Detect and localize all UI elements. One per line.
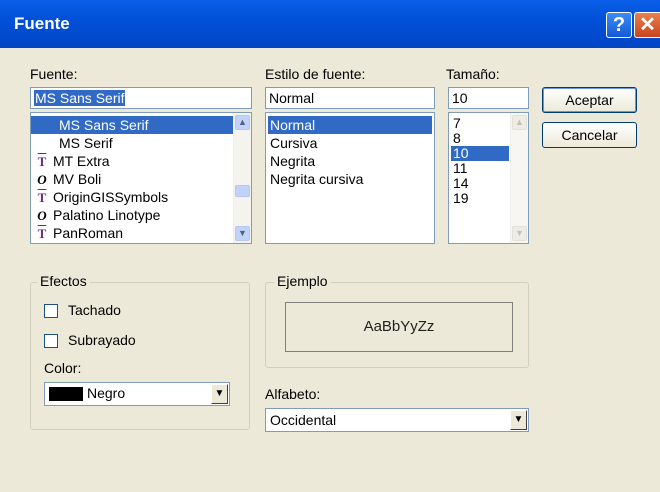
underline-checkbox[interactable] (44, 334, 58, 348)
font-list-item-label: MS Serif (59, 135, 113, 151)
script-select[interactable]: Occidental ▼ (265, 408, 529, 432)
underline-label: Subrayado (68, 332, 136, 348)
truetype-icon: T (37, 226, 47, 241)
size-list-item[interactable]: 8 (451, 131, 509, 146)
font-list-item[interactable]: MS Sans Serif (31, 116, 235, 134)
style-input[interactable]: Normal (265, 87, 435, 109)
font-list-item-label: MS Sans Serif (59, 117, 149, 133)
script-value: Occidental (270, 412, 337, 428)
effects-group-label: Efectos (37, 273, 90, 289)
font-list-item[interactable]: T MT Extra (31, 152, 235, 170)
style-list-item[interactable]: Negrita (268, 152, 432, 170)
scroll-down-icon[interactable]: ▼ (512, 226, 527, 241)
sample-group-label: Ejemplo (274, 273, 331, 289)
close-button[interactable]: ✕ (634, 12, 660, 38)
help-button[interactable]: ? (606, 12, 632, 38)
font-name-input-value: MS Sans Serif (34, 90, 126, 106)
ok-button[interactable]: Aceptar (542, 87, 637, 113)
size-list-item[interactable]: 19 (451, 191, 509, 206)
script-label: Alfabeto: (265, 386, 321, 402)
size-list[interactable]: 7 8 10 11 14 19 ▲ ▼ (448, 112, 529, 244)
truetype-icon: T (37, 190, 47, 205)
font-list-item-label: MT Extra (53, 153, 110, 169)
font-list-item-label: MV Boli (53, 171, 102, 187)
style-list-item[interactable]: Normal (268, 116, 432, 134)
sample-preview: AaBbYyZz (285, 302, 513, 352)
close-icon: ✕ (639, 14, 656, 36)
color-swatch (49, 387, 83, 401)
size-list-scrollbar[interactable]: ▲ ▼ (510, 113, 528, 243)
style-list-item[interactable]: Negrita cursiva (268, 170, 432, 188)
size-label: Tamaño: (446, 66, 500, 82)
font-list-scrollbar[interactable]: ▲ ▼ (233, 113, 251, 243)
size-input[interactable]: 10 (448, 87, 529, 109)
font-label: Fuente: (30, 66, 78, 82)
color-value: Negro (87, 385, 126, 401)
strikeout-label: Tachado (68, 302, 121, 318)
color-select[interactable]: Negro ▼ (44, 382, 230, 406)
font-list-item-label: PanRoman (53, 225, 124, 241)
effects-group (30, 282, 250, 430)
size-list-item[interactable]: 10 (451, 146, 509, 161)
cancel-button[interactable]: Cancelar (542, 122, 637, 148)
font-list-item[interactable]: T OriginGISSymbols (31, 188, 235, 206)
truetype-icon: T (37, 154, 47, 169)
font-list-item[interactable]: T PanRoman (31, 224, 235, 242)
font-name-input[interactable]: MS Sans Serif (30, 87, 252, 109)
font-list-item-label: Palatino Linotype (53, 207, 161, 223)
chevron-down-icon[interactable]: ▼ (211, 384, 228, 404)
strikeout-checkbox[interactable] (44, 304, 58, 318)
scroll-up-icon[interactable]: ▲ (512, 115, 527, 130)
style-list[interactable]: Normal Cursiva Negrita Negrita cursiva (265, 112, 435, 244)
scroll-up-icon[interactable]: ▲ (235, 115, 250, 130)
help-icon: ? (612, 14, 626, 36)
title-bar: Fuente ? ✕ (0, 0, 660, 48)
font-list-item[interactable]: O MV Boli (31, 170, 235, 188)
style-list-item[interactable]: Cursiva (268, 134, 432, 152)
color-label: Color: (44, 360, 82, 376)
font-list-item[interactable]: O Palatino Linotype (31, 206, 235, 224)
opentype-icon: O (37, 208, 47, 223)
font-list-item[interactable]: MS Serif (31, 134, 235, 152)
size-list-item[interactable]: 7 (451, 116, 509, 131)
opentype-icon: O (37, 172, 47, 187)
size-list-item[interactable]: 11 (451, 161, 509, 176)
font-list[interactable]: MS Sans Serif MS Serif T MT Extra O MV Boli T O… (30, 112, 252, 244)
chevron-down-icon[interactable]: ▼ (510, 410, 527, 430)
scroll-thumb[interactable] (235, 185, 250, 197)
window-title: Fuente (14, 14, 70, 33)
scroll-down-icon[interactable]: ▼ (235, 226, 250, 241)
font-list-item-label: OriginGISSymbols (53, 189, 169, 205)
size-list-item[interactable]: 14 (451, 176, 509, 191)
style-label: Estilo de fuente: (265, 66, 366, 82)
